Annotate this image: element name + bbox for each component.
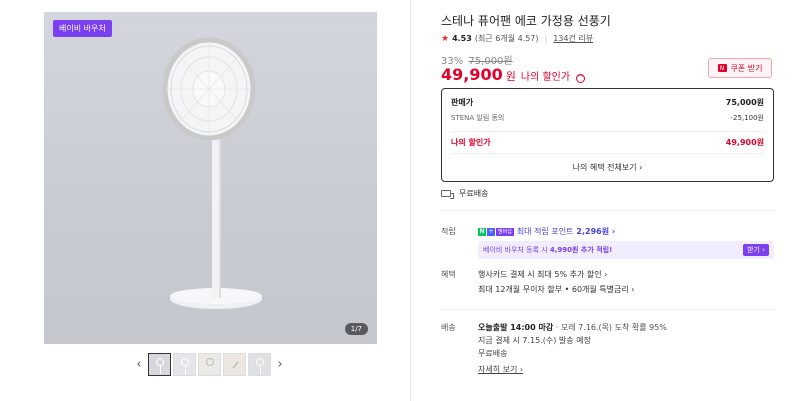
- points-link[interactable]: N + 멤버십 최대 적립 포인트 2,296원 ›: [478, 226, 615, 237]
- rating-detail: (최근 6개월 4.57): [474, 34, 539, 43]
- section-divider-2: [441, 309, 776, 310]
- list-price-value: 75,000원: [725, 98, 764, 107]
- dispatch-info: 지금 결제 시 7.15.(수) 발송 예정: [478, 336, 591, 345]
- points-text: 최대 적립 포인트: [516, 227, 574, 236]
- price-box-divider: [451, 131, 764, 132]
- star-icon: ★: [441, 33, 450, 44]
- price-box-divider-2: [451, 153, 764, 154]
- voucher-banner[interactable]: 베이비 바우처 등록 시 4,990원 추가 적립! 받기 ›: [478, 241, 774, 259]
- product-title: 스테나 퓨어팬 에코 가정용 선풍기: [441, 14, 611, 28]
- card-discount-link[interactable]: 행사카드 결제 시 최대 5% 추가 할인 ›: [478, 269, 607, 280]
- thumbnail-1[interactable]: [148, 352, 171, 376]
- delivery-label: 배송: [441, 323, 456, 332]
- free-shipping-label: 무료배송: [459, 189, 489, 198]
- npay-membership-icon: N + 멤버십: [478, 227, 514, 236]
- image-counter: 1/7: [344, 323, 368, 335]
- benefits-label: 혜택: [441, 270, 456, 279]
- coupon-icon: N: [717, 64, 727, 72]
- points-label: 적립: [441, 227, 456, 236]
- price-row: 49,900 원 나의 할인가 ^: [441, 65, 586, 84]
- thumbnail-2[interactable]: [173, 352, 196, 376]
- alert-discount-value: -25,100원: [730, 114, 764, 122]
- alert-discount-row: STENA 알림 동의 -25,100원: [451, 113, 764, 123]
- column-divider: [410, 0, 411, 401]
- points-amount: 2,296원 ›: [576, 227, 616, 236]
- rating-row: ★ 4.53 (최근 6개월 4.57) | 134건 리뷰: [441, 33, 593, 44]
- delivery-fee: 무료배송: [478, 349, 508, 358]
- installment-link[interactable]: 최대 12개월 무이자 할부 • 60개월 특별금리 ›: [478, 284, 634, 295]
- baby-voucher-badge: 베이비 바우처: [53, 20, 112, 37]
- fan-illustration: [162, 37, 262, 309]
- product-main-image[interactable]: 베이비 바우처 1/7: [44, 12, 377, 344]
- voucher-text: 베이비 바우처 등록 시 4,990원 추가 적립!: [483, 246, 613, 254]
- sale-price: 49,900: [441, 65, 503, 84]
- coupon-button[interactable]: N 쿠폰 받기: [708, 58, 772, 78]
- thumbnail-strip: ‹ ›: [132, 352, 287, 376]
- sale-price-label: 나의 할인가: [520, 72, 571, 83]
- product-gallery: 베이비 바우처 1/7 ‹ ›: [0, 0, 410, 401]
- next-arrow-icon[interactable]: ›: [273, 352, 287, 376]
- price-unit: 원: [505, 70, 516, 83]
- thumbnail-5[interactable]: [248, 352, 271, 376]
- delivery-cutoff: 오늘출발 14:00 마감 · 모레 7.16.(목) 도착 확률 95%: [478, 323, 667, 332]
- my-price-label: 나의 할인가: [451, 138, 491, 147]
- section-divider: [441, 210, 776, 211]
- list-price-label: 판매가: [451, 98, 474, 107]
- delivery-details-link[interactable]: 자세히 보기 ›: [478, 364, 523, 375]
- view-all-benefits-link[interactable]: 나의 혜택 전체보기 ›: [442, 162, 773, 173]
- rating-score: 4.53: [452, 34, 472, 43]
- thumbnail-3[interactable]: [198, 352, 221, 376]
- truck-icon: [441, 190, 454, 199]
- coupon-label: 쿠폰 받기: [730, 63, 763, 73]
- alert-discount-label: STENA 알림 동의: [451, 114, 505, 122]
- thumbnail-4[interactable]: [223, 352, 246, 376]
- collapse-caret-icon[interactable]: ^: [576, 73, 586, 83]
- list-price-row: 판매가 75,000원: [451, 97, 764, 108]
- free-shipping-row: 무료배송: [441, 188, 488, 199]
- review-count-link[interactable]: 134건 리뷰: [553, 33, 593, 44]
- my-price-value: 49,900원: [725, 138, 764, 147]
- voucher-get-button[interactable]: 받기 ›: [743, 244, 769, 256]
- prev-arrow-icon[interactable]: ‹: [132, 352, 146, 376]
- rating-separator: |: [544, 34, 548, 43]
- my-price-row: 나의 할인가 49,900원: [451, 137, 764, 148]
- price-breakdown-box: 판매가 75,000원 STENA 알림 동의 -25,100원 나의 할인가 …: [441, 88, 774, 182]
